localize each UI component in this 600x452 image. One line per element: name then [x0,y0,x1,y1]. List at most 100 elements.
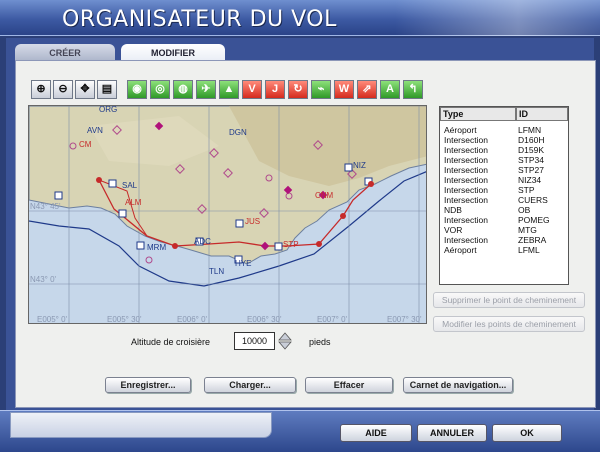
grid-label: E007° 30' [387,315,422,324]
waypoint-type: Intersection [444,185,488,195]
route-waypoint [172,243,178,249]
grid-label: N43° 45' [30,202,61,211]
intersection-filter-icon[interactable]: ▲ [219,80,239,99]
waypoint-id: OB [518,205,531,215]
map-label: CNM [315,191,334,200]
route-waypoint [368,181,374,187]
help-button[interactable]: AIDE [340,424,412,442]
list-item[interactable]: VOR MTG [440,225,568,235]
ok-button[interactable]: OK [492,424,562,442]
waypoint-id: STP34 [518,155,544,165]
airport-symbol [118,209,127,218]
airport-symbol [344,163,353,172]
altitude-input[interactable]: 10000 [234,332,275,350]
list-item[interactable]: NDB OB [440,205,568,215]
waypoint-type: Intersection [444,135,488,145]
waypoint-id: ZEBRA [518,235,547,245]
list-item[interactable]: Intersection D159K [440,145,568,155]
airway-icon[interactable]: ⌁ [311,80,331,99]
delete-waypoint-button[interactable]: Supprimer le point de cheminement [433,292,585,308]
modify-waypoints-button[interactable]: Modifier les points de cheminement [433,316,585,332]
airport-filter-icon[interactable]: ✈ [196,80,216,99]
list-item[interactable]: Intersection STP [440,185,568,195]
route-waypoint [316,241,322,247]
map-label: NIZ [353,161,366,170]
waypoint-type: Aéroport [444,125,477,135]
waypoint-type: Intersection [444,235,488,245]
print-icon[interactable]: ▤ [97,80,117,99]
zoom-in-icon[interactable]: ⊕ [31,80,51,99]
altitude-unit: pieds [309,337,331,347]
grid-label: E005° 30' [107,315,142,324]
weather-letter: W [338,83,350,95]
logbook-button[interactable]: Carnet de navigation... [403,377,513,393]
altitude-spinner-icon[interactable] [278,332,292,350]
airway-j-letter: J [271,83,279,95]
text-icon[interactable]: ↰ [403,80,423,99]
map-label: DGN [229,128,247,137]
map-label: JUS [245,217,260,226]
waypoint-id: LFMN [518,125,542,135]
list-item[interactable]: Intersection CUERS [440,195,568,205]
cancel-button[interactable]: ANNULER [417,424,487,442]
waypoint-id: LFML [518,245,540,255]
airway-j-icon[interactable]: J [265,80,285,99]
grid-label: E006° 0' [177,315,208,324]
waypoint-id: D160H [518,135,545,145]
waypoint-type: Aéroport [444,245,477,255]
footer-info-panel [10,412,272,438]
list-item[interactable]: Aéroport LFMN [440,125,568,135]
waypoint-list[interactable]: Type ID Aéroport LFMN Intersection D160H I… [439,106,569,285]
column-header-id[interactable]: ID [516,107,568,121]
grid-label: E007° 0' [317,315,348,324]
list-item[interactable]: Intersection STP34 [440,155,568,165]
list-item[interactable]: Aéroport LFML [440,245,568,255]
route-waypoint [340,213,346,219]
weather-icon[interactable]: W [334,80,354,99]
save-button[interactable]: Enregistrer... [105,377,191,393]
route-waypoint [96,177,102,183]
map-label: MRM [147,243,166,252]
waypoint-type: Intersection [444,175,488,185]
list-item[interactable]: Intersection D160H [440,135,568,145]
waypoint-type: Intersection [444,195,488,205]
column-header-type[interactable]: Type [440,107,516,121]
airway-v-icon[interactable]: V [242,80,262,99]
waypoint-type: VOR [444,225,463,235]
window-title: ORGANISATEUR DU VOL [62,7,337,32]
grid-label: N43° 0' [30,275,57,284]
airport-symbol [235,219,244,228]
map-label: ORG [99,106,117,114]
zoom-out-icon[interactable]: ⊖ [53,80,73,99]
waypoint-type: Intersection [444,165,488,175]
waypoint-type: Intersection [444,155,488,165]
airport-symbol [108,179,117,188]
map-view[interactable]: ORG AVN CM DGN NIZ SAL ALM MRM ADC STP H… [28,105,427,324]
list-item[interactable]: Intersection POMEG [440,215,568,225]
terrain-icon[interactable]: A [380,80,400,99]
airway-v-letter: V [248,83,256,95]
waypoint-id: CUERS [518,195,548,205]
list-item[interactable]: Intersection ZEBRA [440,235,568,245]
waypoint-id: STP27 [518,165,544,175]
airport-symbol [54,191,63,200]
waypoint-id: D159K [518,145,544,155]
list-item[interactable]: Intersection STP27 [440,165,568,175]
airport-symbol [274,242,283,251]
list-item[interactable]: Intersection NIZ34 [440,175,568,185]
vor-filter-icon[interactable]: ◉ [127,80,147,99]
waypoint-id: POMEG [518,215,550,225]
flight-planner-window: ORGANISATEUR DU VOL CRÉER MODIFIER ⊕ ⊖ ✥… [0,0,600,452]
ndb-filter-icon[interactable]: ◎ [150,80,170,99]
load-button[interactable]: Charger... [204,377,296,393]
center-icon[interactable]: ✥ [75,80,95,99]
waypoint-id: MTG [518,225,537,235]
waypoint-id: NIZ34 [518,175,542,185]
ils-filter-icon[interactable]: ◍ [173,80,193,99]
map-canvas[interactable]: ORG AVN CM DGN NIZ SAL ALM MRM ADC STP H… [29,106,427,324]
rotate-icon[interactable]: ↻ [288,80,308,99]
map-label: TLN [209,267,224,276]
clear-button[interactable]: Effacer [305,377,393,393]
route-icon[interactable]: ⇗ [357,80,377,99]
map-label: ADC [194,237,211,246]
